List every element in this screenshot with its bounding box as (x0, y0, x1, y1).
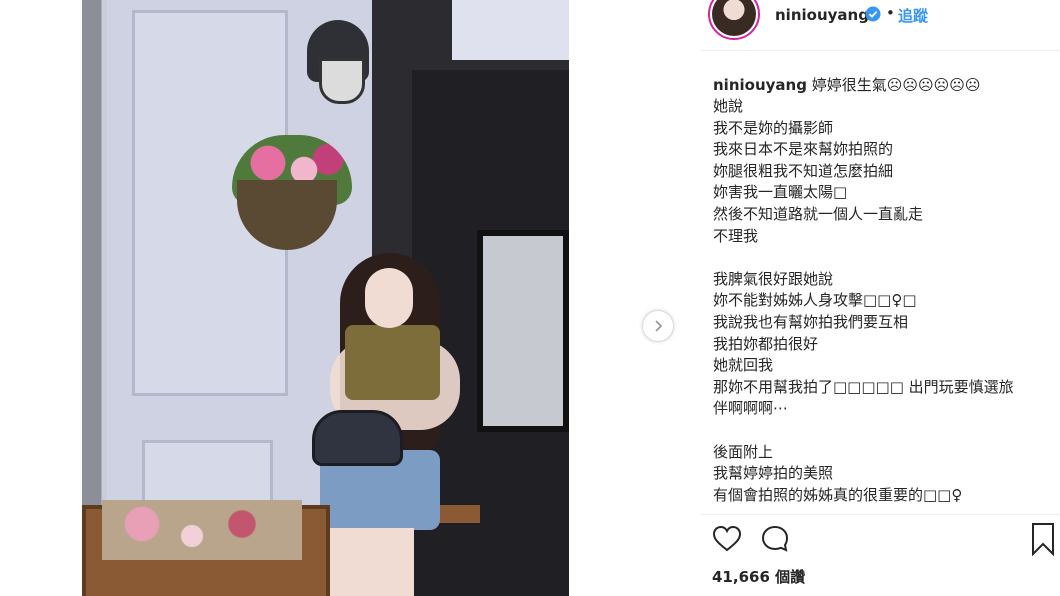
caption-line: 然後不知道路就一個人一直亂走 (713, 204, 924, 223)
action-bar (700, 520, 1060, 560)
caption-line: 我幫婷婷拍的美照 (713, 464, 834, 483)
photo-handbag (312, 410, 403, 466)
caption-line: 我脾氣很好跟她說 (713, 269, 834, 288)
caption-line: 我拍妳都拍很好 (713, 334, 819, 353)
caption-line: 那妳不用幫我拍了□□□□□ 出門玩要慎選旅 (713, 377, 1014, 396)
carousel-next-button[interactable] (642, 310, 674, 342)
view-count: 41,666 個讚 (712, 568, 806, 586)
photo-lamp-glass (319, 58, 365, 104)
caption-title: 婷婷很生氣☹☹☹☹☹☹ (811, 76, 981, 94)
photo-person-top (345, 325, 440, 400)
actions-divider (700, 514, 1060, 515)
post-sidebar: niniouyang • 追蹤 niniouyang 婷婷很生氣☹☹☹☹☹☹ 她… (700, 0, 1060, 596)
caption-line: 妳不能對姊姊人身攻擊□□♀□ (713, 291, 917, 310)
bookmark-icon[interactable] (1030, 522, 1056, 556)
caption-line: 妳害我一直曬太陽□ (713, 183, 848, 202)
photo-crate-flowers (102, 500, 302, 560)
separator-dot: • (886, 4, 895, 22)
caption-username[interactable]: niniouyang (713, 76, 807, 94)
caption-area: niniouyang 婷婷很生氣☹☹☹☹☹☹ 她說 我不是妳的攝影師 我來日本不… (713, 74, 1053, 508)
photo-shop-sign (452, 0, 569, 60)
post-header: niniouyang • 追蹤 (700, 0, 1060, 51)
photo-door-window (477, 230, 569, 432)
verified-badge-icon (865, 6, 881, 22)
chevron-right-icon (655, 320, 663, 332)
caption-line (713, 420, 1053, 442)
caption-line: 妳腿很粗我不知道怎麼拍細 (713, 161, 894, 180)
caption-lines: 她說 我不是妳的攝影師 我來日本不是來幫妳拍照的 妳腿很粗我不知道怎麼拍細 妳害… (713, 96, 1053, 506)
avatar[interactable] (708, 0, 760, 40)
follow-button[interactable]: 追蹤 (898, 5, 928, 26)
photo-person-face (365, 268, 413, 328)
post-photo[interactable] (82, 0, 569, 596)
caption-line (713, 247, 1053, 269)
caption-line: 我來日本不是來幫妳拍照的 (713, 140, 894, 159)
caption-line: 伴啊啊啊⋯ (713, 399, 789, 418)
caption-line: 我不是妳的攝影師 (713, 118, 834, 137)
heart-icon[interactable] (712, 524, 742, 554)
caption-line: 後面附上 (713, 442, 774, 461)
username-link[interactable]: niniouyang (775, 6, 869, 24)
caption-line: 有個會拍照的姊姊真的很重要的□□♀ (713, 485, 963, 504)
caption-header: niniouyang 婷婷很生氣☹☹☹☹☹☹ (713, 74, 1053, 96)
caption-line: 她說 (713, 97, 744, 115)
comment-bubble-icon[interactable] (760, 524, 790, 554)
caption-line: 不理我 (713, 226, 759, 245)
caption-line: 我說我也有幫妳拍我們要互相 (713, 312, 909, 331)
caption-line: 她就回我 (713, 356, 774, 375)
